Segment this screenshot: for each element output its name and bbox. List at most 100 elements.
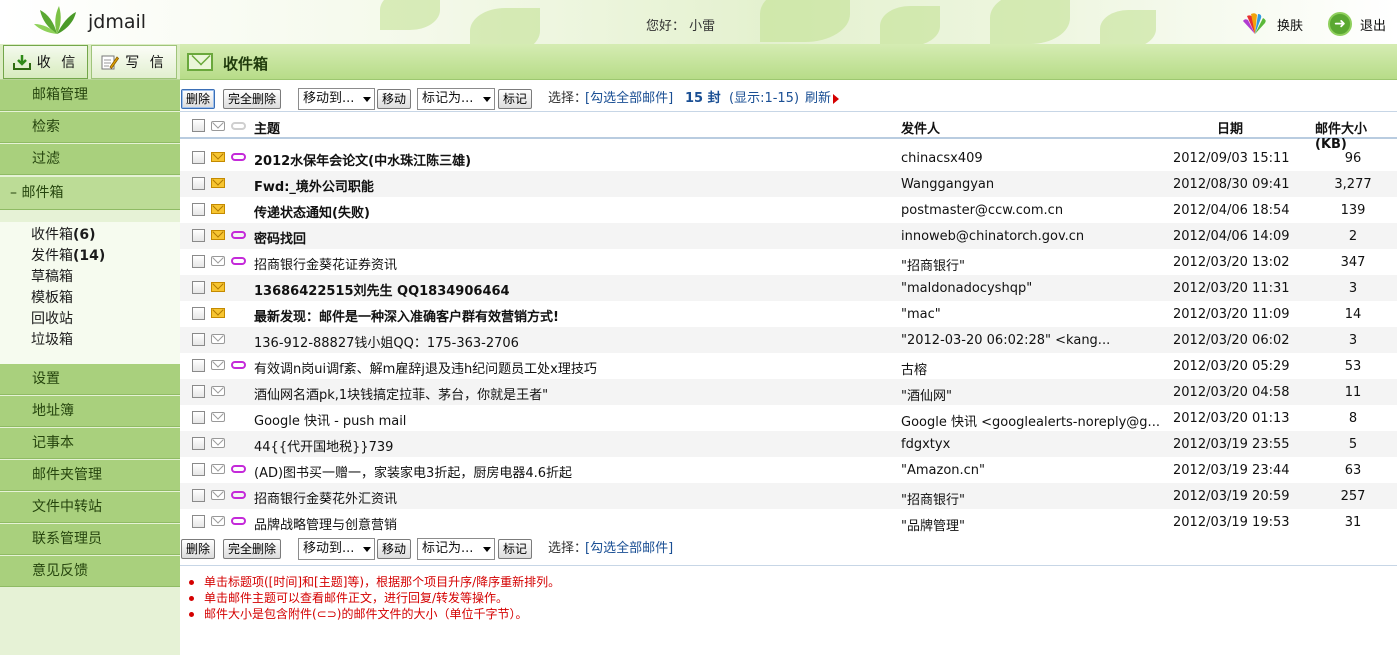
email-date: 2012/03/20 13:02 bbox=[1173, 255, 1290, 270]
envelope-icon bbox=[187, 53, 213, 71]
move-button[interactable]: 移动 bbox=[377, 89, 412, 109]
receive-button[interactable]: 收 信 bbox=[3, 45, 88, 79]
perm-delete-button[interactable]: 完全删除 bbox=[223, 89, 282, 109]
nav-feedback[interactable]: 意见反馈 bbox=[0, 556, 180, 587]
move-button-bottom[interactable]: 移动 bbox=[377, 539, 412, 559]
table-row[interactable]: 传递状态通知(失败) postmaster@ccw.com.cn 2012/04/0… bbox=[180, 197, 1397, 223]
table-row[interactable]: (AD)图书买一赠一，家装家电3折起，厨房电器4.6折起 "Amazon.cn" 2… bbox=[180, 457, 1397, 483]
greeting: 您好： 小雷 bbox=[646, 15, 715, 34]
nav-address-book[interactable]: 地址簿 bbox=[0, 396, 180, 427]
folder-drafts[interactable]: 草稿箱 bbox=[31, 267, 73, 287]
nav-search[interactable]: 检索 bbox=[0, 112, 180, 143]
table-row[interactable]: 最新发现：邮件是一种深入准确客户群有效营销方式! "mac" 2012/03/20 … bbox=[180, 301, 1397, 327]
folder-sent[interactable]: 发件箱(14) bbox=[31, 246, 105, 266]
folder-inbox[interactable]: 收件箱(6) bbox=[31, 225, 96, 245]
chevron-down-icon bbox=[483, 97, 491, 102]
email-subject[interactable]: 密码找回 bbox=[254, 228, 306, 247]
move-to-select-bottom[interactable]: 移动到... bbox=[298, 538, 375, 560]
row-checkbox[interactable] bbox=[192, 463, 205, 476]
refresh-link[interactable]: 刷新 bbox=[805, 91, 840, 107]
table-row[interactable]: Fwd:_境外公司职能 Wanggangyan 2012/08/30 09:41 3,… bbox=[180, 171, 1397, 197]
col-date[interactable]: 日期 bbox=[1217, 118, 1243, 137]
delete-button-bottom[interactable]: 删除 bbox=[181, 539, 216, 559]
email-subject[interactable]: 136-912-88827钱小姐QQ：175-363-2706 bbox=[254, 332, 519, 351]
nav-contact-admin[interactable]: 联系管理员 bbox=[0, 524, 180, 555]
folder-templates[interactable]: 模板箱 bbox=[31, 288, 73, 308]
email-subject[interactable]: Fwd:_境外公司职能 bbox=[254, 176, 374, 195]
row-checkbox[interactable] bbox=[192, 411, 205, 424]
write-button[interactable]: 写 信 bbox=[91, 45, 177, 79]
email-subject[interactable]: 招商银行金葵花证券资讯 bbox=[254, 254, 397, 273]
email-subject[interactable]: 44{{代开国地税}}739 bbox=[254, 436, 393, 455]
logout-label: 退出 bbox=[1360, 18, 1387, 34]
email-sender: innoweb@chinatorch.gov.cn bbox=[901, 229, 1085, 244]
col-subject[interactable]: 主题 bbox=[254, 118, 280, 137]
toolbar-top: 删除 完全删除 移动到... 移动 标记为... 标记 选择： [勾选全部邮件]… bbox=[180, 87, 1397, 111]
row-checkbox[interactable] bbox=[192, 151, 205, 164]
select-all-link-bottom[interactable]: [勾选全部邮件] bbox=[585, 541, 673, 557]
folder-sent-count: (14) bbox=[73, 248, 106, 264]
table-row[interactable]: 招商银行金葵花证券资讯 "招商银行" 2012/03/20 13:02 347 bbox=[180, 249, 1397, 275]
delete-button[interactable]: 删除 bbox=[181, 89, 216, 109]
table-row[interactable]: 有效调n岗ui调f紊、解m雇辞j退及违h纪问题员工处x理技巧 古榕 2012/03/… bbox=[180, 353, 1397, 379]
select-all-link[interactable]: [勾选全部邮件] bbox=[585, 91, 673, 107]
mark-as-select[interactable]: 标记为... bbox=[417, 88, 495, 110]
email-size: 2 bbox=[1348, 229, 1358, 244]
row-checkbox[interactable] bbox=[192, 229, 205, 242]
row-checkbox[interactable] bbox=[192, 489, 205, 502]
email-subject[interactable]: 品牌战略管理与创意营销 bbox=[254, 514, 397, 533]
nav-mailbox-manage[interactable]: 邮箱管理 bbox=[0, 80, 180, 111]
email-subject[interactable]: 有效调n岗ui调f紊、解m雇辞j退及违h纪问题员工处x理技巧 bbox=[254, 358, 597, 377]
table-row[interactable]: 品牌战略管理与创意营销 "品牌管理" 2012/03/19 19:53 31 bbox=[180, 509, 1397, 535]
mark-as-select-bottom[interactable]: 标记为... bbox=[417, 538, 495, 560]
nav-mailboxes-toggle[interactable]: – 邮件箱 bbox=[0, 177, 180, 210]
row-checkbox[interactable] bbox=[192, 437, 205, 450]
logout-button[interactable]: ➜ 退出 bbox=[1328, 12, 1386, 36]
row-checkbox[interactable] bbox=[192, 177, 205, 190]
email-subject[interactable]: 酒仙网名酒pk,1块钱搞定拉菲、茅台，你就是王者" bbox=[254, 384, 548, 403]
select-all-checkbox[interactable] bbox=[192, 119, 205, 132]
unread-mail-icon bbox=[211, 308, 225, 318]
email-subject[interactable]: Google 快讯 - push mail bbox=[254, 410, 406, 429]
unread-mail-icon bbox=[211, 282, 225, 292]
email-sender: "招商银行" bbox=[901, 493, 965, 508]
nav-filter[interactable]: 过滤 bbox=[0, 144, 180, 175]
nav-notepad[interactable]: 记事本 bbox=[0, 428, 180, 459]
row-checkbox[interactable] bbox=[192, 255, 205, 268]
row-checkbox[interactable] bbox=[192, 515, 205, 528]
row-checkbox[interactable] bbox=[192, 203, 205, 216]
email-subject[interactable]: 最新发现：邮件是一种深入准确客户群有效营销方式! bbox=[254, 306, 559, 325]
mark-button[interactable]: 标记 bbox=[498, 89, 533, 109]
nav-folder-manage[interactable]: 邮件夹管理 bbox=[0, 460, 180, 491]
email-subject[interactable]: 2012水保年会论文(中水珠江陈三雄) bbox=[254, 150, 471, 169]
email-subject[interactable]: 13686422515刘先生 QQ1834906464 bbox=[254, 280, 510, 299]
email-subject[interactable]: 招商银行金葵花外汇资讯 bbox=[254, 488, 397, 507]
table-row[interactable]: 酒仙网名酒pk,1块钱搞定拉菲、茅台，你就是王者" "酒仙网" 2012/03/20… bbox=[180, 379, 1397, 405]
move-to-select[interactable]: 移动到... bbox=[298, 88, 375, 110]
row-checkbox[interactable] bbox=[192, 359, 205, 372]
row-checkbox[interactable] bbox=[192, 333, 205, 346]
mark-button-bottom[interactable]: 标记 bbox=[498, 539, 533, 559]
row-checkbox[interactable] bbox=[192, 281, 205, 294]
help-note: 单击标题项([时间]和[主题]等)，根据那个项目升序/降序重新排列。 bbox=[188, 575, 561, 589]
skin-button[interactable]: 换肤 bbox=[1241, 12, 1303, 36]
nav-settings[interactable]: 设置 bbox=[0, 364, 180, 395]
folder-trash[interactable]: 回收站 bbox=[31, 309, 73, 329]
table-row[interactable]: Google 快讯 - push mail Google 快讯 <googleal… bbox=[180, 405, 1397, 431]
nav-file-transfer[interactable]: 文件中转站 bbox=[0, 492, 180, 523]
greeting-label: 您好： bbox=[646, 19, 686, 34]
folder-spam[interactable]: 垃圾箱 bbox=[31, 330, 73, 350]
table-row[interactable]: 2012水保年会论文(中水珠江陈三雄) chinacsx409 2012/09/03… bbox=[180, 145, 1397, 171]
row-checkbox[interactable] bbox=[192, 307, 205, 320]
table-row[interactable]: 密码找回 innoweb@chinatorch.gov.cn 2012/04/06 … bbox=[180, 223, 1397, 249]
chevron-down-icon bbox=[483, 547, 491, 552]
row-checkbox[interactable] bbox=[192, 385, 205, 398]
col-sender[interactable]: 发件人 bbox=[901, 118, 940, 137]
table-row[interactable]: 招商银行金葵花外汇资讯 "招商银行" 2012/03/19 20:59 257 bbox=[180, 483, 1397, 509]
table-row[interactable]: 136-912-88827钱小姐QQ：175-363-2706 "2012-03-… bbox=[180, 327, 1397, 353]
table-row[interactable]: 44{{代开国地税}}739 fdgxtyx 2012/03/19 23:55 5 bbox=[180, 431, 1397, 457]
email-subject[interactable]: (AD)图书买一赠一，家装家电3折起，厨房电器4.6折起 bbox=[254, 462, 572, 481]
email-subject[interactable]: 传递状态通知(失败) bbox=[254, 202, 370, 221]
perm-delete-button-bottom[interactable]: 完全删除 bbox=[223, 539, 282, 559]
table-row[interactable]: 13686422515刘先生 QQ1834906464 "maldonadocys… bbox=[180, 275, 1397, 301]
